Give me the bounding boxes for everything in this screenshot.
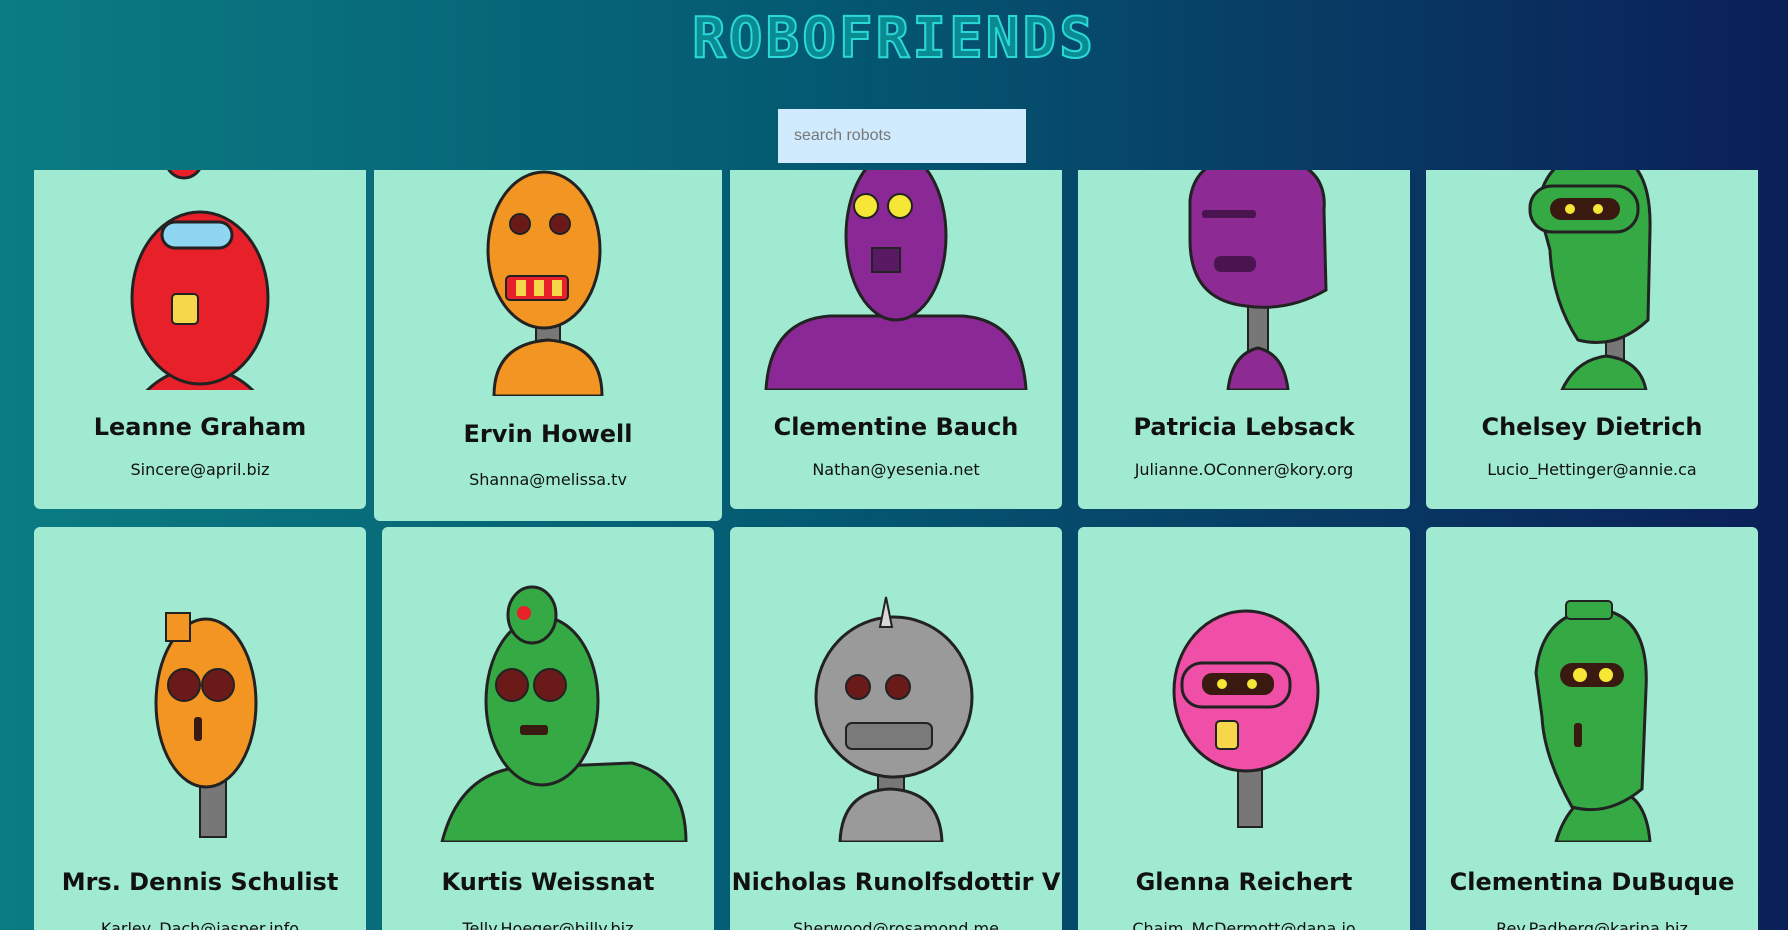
robot-card[interactable]: Clementine Bauch Nathan@yesenia.net <box>730 170 1062 509</box>
app-title: ROBOFRIENDS <box>691 5 1096 72</box>
robot-name: Patricia Lebsack <box>1133 413 1355 441</box>
robot-avatar-image <box>1188 170 1328 390</box>
robot-email: Lucio_Hettinger@annie.ca <box>1487 460 1697 479</box>
robot-name: Kurtis Weissnat <box>441 868 655 896</box>
robot-name: Leanne Graham <box>93 413 307 441</box>
robot-name: Mrs. Dennis Schulist <box>61 868 339 896</box>
robot-avatar-image <box>154 612 258 838</box>
robot-email: Rey.Padberg@karina.biz <box>1496 919 1688 930</box>
robot-avatar-image <box>130 170 270 390</box>
robot-avatar-image <box>764 170 1028 390</box>
robot-card[interactable]: Mrs. Dennis Schulist Karley_Dach@jasper.… <box>34 527 366 930</box>
robot-avatar-image <box>1172 609 1320 828</box>
robot-name: Clementine Bauch <box>773 413 1019 441</box>
robot-avatar-image <box>440 585 688 842</box>
robot-name: Ervin Howell <box>463 420 633 448</box>
robot-avatar-image <box>814 596 974 842</box>
robot-email: Karley_Dach@jasper.info <box>100 919 300 930</box>
robot-card[interactable]: Ervin Howell Shanna@melissa.tv <box>374 170 722 521</box>
robot-email: Telly.Hoeger@billy.biz <box>462 919 634 930</box>
robot-email: Nathan@yesenia.net <box>812 460 980 479</box>
robot-email: Shanna@melissa.tv <box>469 470 627 489</box>
robot-card[interactable]: Leanne Graham Sincere@april.biz <box>34 170 366 509</box>
robot-avatar-image <box>1534 600 1652 842</box>
robot-card[interactable]: Patricia Lebsack Julianne.OConner@kory.o… <box>1078 170 1410 509</box>
robot-email: Sherwood@rosamond.me <box>793 919 999 930</box>
robot-card-list: Leanne Graham Sincere@april.biz Ervin Ho… <box>0 170 1788 930</box>
robot-avatar-image <box>486 170 604 396</box>
robot-email: Chaim_McDermott@dana.io <box>1132 919 1356 930</box>
robot-card[interactable]: Clementina DuBuque Rey.Padberg@karina.bi… <box>1426 527 1758 930</box>
robot-email: Julianne.OConner@kory.org <box>1134 460 1354 479</box>
robot-name: Nicholas Runolfsdottir V <box>731 868 1061 896</box>
robot-name: Clementina DuBuque <box>1449 868 1735 896</box>
search-input[interactable] <box>778 109 1026 163</box>
app-header: ROBOFRIENDS <box>0 0 1788 170</box>
robot-card[interactable]: Kurtis Weissnat Telly.Hoeger@billy.biz <box>382 527 714 930</box>
robot-email: Sincere@april.biz <box>130 460 270 479</box>
robot-card[interactable]: Glenna Reichert Chaim_McDermott@dana.io <box>1078 527 1410 930</box>
robot-name: Chelsey Dietrich <box>1481 413 1703 441</box>
robot-name: Glenna Reichert <box>1135 868 1353 896</box>
robot-card[interactable]: Nicholas Runolfsdottir V Sherwood@rosamo… <box>730 527 1062 930</box>
robot-avatar-image <box>1528 170 1652 390</box>
robot-card[interactable]: Chelsey Dietrich Lucio_Hettinger@annie.c… <box>1426 170 1758 509</box>
